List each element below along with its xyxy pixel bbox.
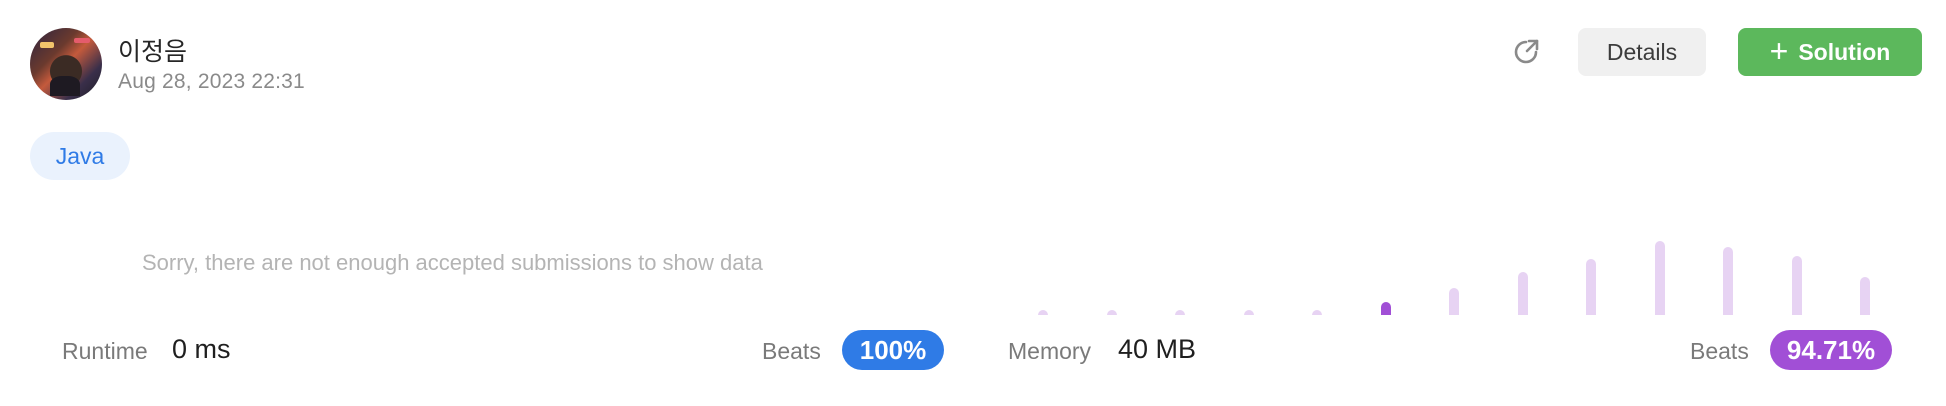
submission-date: Aug 28, 2023 22:31 [118, 70, 305, 93]
memory-histogram-bar[interactable] [1860, 277, 1870, 315]
add-solution-button[interactable]: + Solution [1738, 28, 1922, 76]
memory-histogram-bar[interactable] [1312, 310, 1322, 315]
memory-histogram-bar[interactable] [1654, 241, 1665, 315]
memory-histogram-bar[interactable] [1106, 310, 1117, 315]
details-button[interactable]: Details [1578, 28, 1706, 76]
language-badge[interactable]: Java [30, 132, 130, 180]
runtime-beats-label: Beats [762, 338, 821, 364]
add-solution-label: Solution [1798, 38, 1891, 65]
share-button[interactable] [1508, 34, 1544, 70]
memory-label: Memory [1008, 338, 1092, 364]
memory-beats-badge: 94.71% [1770, 330, 1892, 370]
memory-histogram-bar[interactable] [1723, 247, 1733, 315]
memory-histogram-bar[interactable] [1517, 272, 1528, 315]
share-icon [1514, 39, 1539, 64]
avatar-detail [74, 38, 90, 43]
plus-icon: + [1769, 32, 1789, 69]
memory-histogram-bar[interactable] [1586, 259, 1596, 315]
memory-distribution-chart [1000, 220, 1880, 315]
runtime-beats-badge: 100% [842, 330, 944, 370]
avatar-detail [40, 42, 54, 48]
memory-histogram-bar[interactable] [1038, 310, 1048, 315]
memory-histogram-bar[interactable] [1175, 310, 1185, 315]
username[interactable]: 이정음 [118, 32, 187, 68]
avatar-detail [50, 76, 80, 96]
memory-value: 40 MB [1118, 334, 1197, 364]
memory-histogram-bar[interactable] [1791, 256, 1802, 315]
avatar[interactable] [30, 28, 102, 100]
memory-beats-label: Beats [1690, 338, 1749, 364]
memory-histogram-bar[interactable] [1449, 288, 1459, 315]
runtime-label: Runtime [62, 338, 148, 364]
runtime-chart-empty-message: Sorry, there are not enough accepted sub… [142, 250, 763, 275]
memory-histogram-bar[interactable] [1243, 310, 1254, 315]
runtime-value: 0 ms [172, 334, 231, 364]
memory-histogram-bar[interactable] [1380, 302, 1391, 315]
